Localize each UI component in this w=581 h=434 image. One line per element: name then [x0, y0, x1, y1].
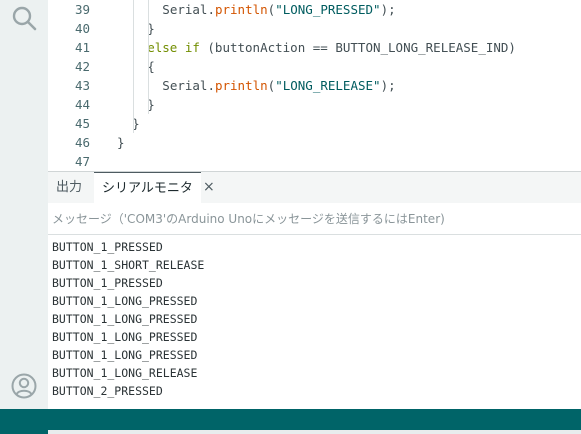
code-token: Serial. — [162, 2, 215, 17]
code-editor[interactable]: 39 Serial.println("LONG_PRESSED"); 40} 41 el… — [48, 0, 581, 171]
code-token: (buttonAction == BUTTON_LONG_RELEASE_IND… — [199, 40, 516, 55]
serial-line: BUTTON_1_PRESSED — [52, 276, 163, 290]
code-token: ); — [380, 2, 396, 17]
account-icon[interactable] — [10, 372, 38, 400]
line-number: 42 — [74, 59, 90, 74]
serial-line: BUTTON_2_PRESSED — [52, 384, 163, 398]
serial-line: BUTTON_1_LONG_PRESSED — [52, 294, 198, 308]
code-token: "LONG_PRESSED" — [275, 2, 381, 17]
code-text: else if (buttonAction == BUTTON_LONG_REL… — [147, 38, 516, 57]
line-number: 47 — [74, 154, 90, 169]
code-token: println — [214, 78, 268, 93]
tab-serial-monitor[interactable]: シリアルモニタ — [94, 172, 201, 203]
message-input[interactable] — [52, 207, 572, 231]
serial-output: BUTTON_1_PRESSED BUTTON_1_SHORT_RELEASE BU… — [52, 238, 577, 408]
indent-guide — [133, 0, 135, 133]
code-token: } — [117, 135, 125, 150]
code-line[interactable]: 46} — [48, 133, 581, 152]
code-line[interactable]: 43 Serial.println("LONG_RELEASE"); — [48, 76, 581, 95]
serial-line: BUTTON_1_LONG_PRESSED — [52, 348, 198, 362]
serial-line: BUTTON_1_PRESSED — [52, 240, 163, 254]
code-line[interactable]: 41 else if (buttonAction == BUTTON_LONG_R… — [48, 38, 581, 57]
code-line[interactable]: 45} — [48, 114, 581, 133]
code-line[interactable]: 44} — [48, 95, 581, 114]
serial-line: BUTTON_1_LONG_PRESSED — [52, 330, 198, 344]
indent-guide — [148, 0, 150, 114]
line-number: 39 — [74, 2, 90, 17]
serial-line: BUTTON_1_LONG_RELEASE — [52, 366, 198, 380]
code-text: Serial.println("LONG_PRESSED"); — [162, 0, 395, 19]
code-token: println — [214, 2, 268, 17]
code-token: ); — [380, 78, 396, 93]
line-number: 44 — [74, 97, 90, 112]
code-token: "LONG_RELEASE" — [275, 78, 381, 93]
search-icon[interactable] — [10, 4, 38, 32]
tab-output[interactable]: 出力 — [56, 172, 82, 203]
code-line[interactable]: 40} — [48, 19, 581, 38]
code-token: Serial. — [162, 78, 215, 93]
line-number: 43 — [74, 78, 90, 93]
line-number: 40 — [74, 21, 90, 36]
code-line[interactable]: 39 Serial.println("LONG_PRESSED"); — [48, 0, 581, 19]
code-token: else if — [147, 40, 200, 55]
message-bar — [48, 204, 581, 235]
code-line[interactable]: 42{ — [48, 57, 581, 76]
code-text: } — [117, 133, 125, 152]
serial-line: BUTTON_1_LONG_PRESSED — [52, 312, 198, 326]
bottom-panel: 出力 シリアルモニタ × BUTTON_1_PRESSED BUTTON_1_SH… — [48, 171, 581, 410]
activity-bar — [0, 0, 48, 409]
status-bar — [0, 409, 581, 434]
line-number: 45 — [74, 116, 90, 131]
serial-line: BUTTON_1_SHORT_RELEASE — [52, 258, 205, 272]
code-line[interactable]: 47 — [48, 152, 581, 171]
close-icon[interactable]: × — [203, 172, 215, 203]
line-number: 41 — [74, 40, 90, 55]
panel-tab-bar: 出力 シリアルモニタ × — [48, 172, 581, 203]
status-strip — [48, 430, 581, 434]
line-number: 46 — [74, 135, 90, 150]
code-text: Serial.println("LONG_RELEASE"); — [162, 76, 395, 95]
